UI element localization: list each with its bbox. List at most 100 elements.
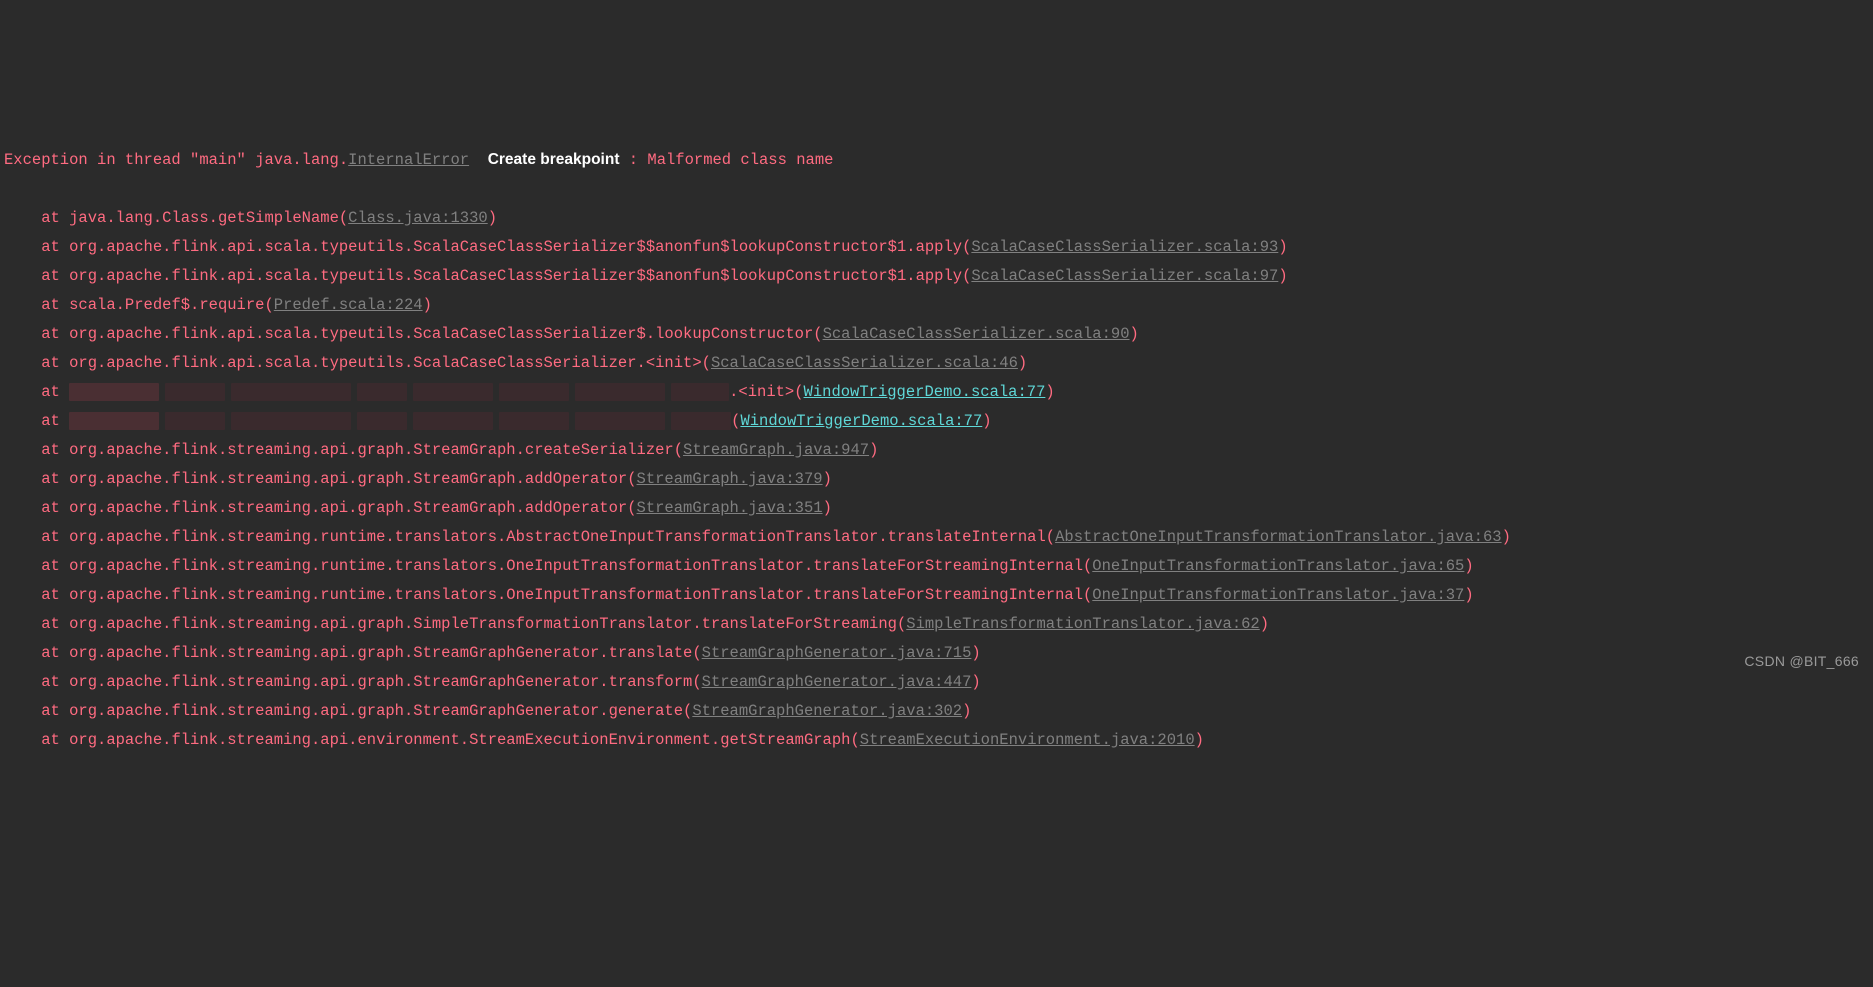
stack-at: at <box>4 557 69 575</box>
source-link[interactable]: OneInputTransformationTranslator.java:65 <box>1092 557 1464 575</box>
stack-at: at <box>4 731 69 749</box>
stack-at: at <box>4 412 69 430</box>
source-link[interactable]: ScalaCaseClassSerializer.scala:90 <box>823 325 1130 343</box>
stack-text: org.apache.flink.api.scala.typeutils.Sca… <box>69 238 971 256</box>
stack-close-paren: ) <box>971 673 980 691</box>
stack-at: at <box>4 673 69 691</box>
stack-at: at <box>4 615 69 633</box>
stack-close-paren: ) <box>982 412 991 430</box>
stack-text: org.apache.flink.api.scala.typeutils.Sca… <box>69 354 711 372</box>
exception-line: Exception in thread "main" java.lang.Int… <box>4 145 1869 175</box>
stack-text-tail: .<init>( <box>729 383 803 401</box>
stack-text: org.apache.flink.api.scala.typeutils.Sca… <box>69 267 971 285</box>
stack-frame: at org.apache.flink.streaming.api.graph.… <box>4 697 1869 726</box>
stack-frame: at org.apache.flink.streaming.api.graph.… <box>4 610 1869 639</box>
stack-at: at <box>4 354 69 372</box>
stack-frame: at org.apache.flink.streaming.api.graph.… <box>4 465 1869 494</box>
stack-close-paren: ) <box>423 296 432 314</box>
stack-at: at <box>4 267 69 285</box>
stack-close-paren: ) <box>823 470 832 488</box>
stack-frame: at org.apache.flink.api.scala.typeutils.… <box>4 262 1869 291</box>
stack-text: org.apache.flink.streaming.runtime.trans… <box>69 586 1092 604</box>
stack-close-paren: ) <box>1195 731 1204 749</box>
stack-at: at <box>4 470 69 488</box>
stack-at: at <box>4 702 69 720</box>
stack-close-paren: ) <box>1502 528 1511 546</box>
stack-text: org.apache.flink.streaming.api.graph.Sim… <box>69 615 906 633</box>
source-link[interactable]: ScalaCaseClassSerializer.scala:46 <box>711 354 1018 372</box>
source-link[interactable]: StreamGraphGenerator.java:447 <box>702 673 972 691</box>
stack-frame: at org.apache.flink.api.scala.typeutils.… <box>4 320 1869 349</box>
stack-frame: at org.apache.flink.streaming.runtime.tr… <box>4 581 1869 610</box>
source-link[interactable]: WindowTriggerDemo.scala:77 <box>804 383 1046 401</box>
stack-at: at <box>4 296 69 314</box>
source-link[interactable]: StreamGraph.java:351 <box>637 499 823 517</box>
source-link[interactable]: AbstractOneInputTransformationTranslator… <box>1055 528 1501 546</box>
redacted-segment <box>69 383 729 401</box>
source-link[interactable]: StreamGraph.java:947 <box>683 441 869 459</box>
stack-close-paren: ) <box>1260 615 1269 633</box>
source-link[interactable]: ScalaCaseClassSerializer.scala:93 <box>971 238 1278 256</box>
stack-at: at <box>4 586 69 604</box>
source-link[interactable]: SimpleTransformationTranslator.java:62 <box>906 615 1259 633</box>
stack-close-paren: ) <box>1464 557 1473 575</box>
stack-close-paren: ) <box>971 644 980 662</box>
source-link[interactable]: StreamExecutionEnvironment.java:2010 <box>860 731 1195 749</box>
stack-close-paren: ) <box>1278 267 1287 285</box>
stack-at: at <box>4 383 69 401</box>
stack-close-paren: ) <box>823 499 832 517</box>
source-link[interactable]: ScalaCaseClassSerializer.scala:97 <box>971 267 1278 285</box>
stack-at: at <box>4 441 69 459</box>
stack-frame: at org.apache.flink.api.scala.typeutils.… <box>4 233 1869 262</box>
source-link[interactable]: Predef.scala:224 <box>274 296 423 314</box>
stack-close-paren: ) <box>1278 238 1287 256</box>
stack-text: org.apache.flink.streaming.api.graph.Str… <box>69 441 683 459</box>
stack-close-paren: ) <box>1018 354 1027 372</box>
source-link[interactable]: Class.java:1330 <box>348 209 488 227</box>
stack-frame: at org.apache.flink.api.scala.typeutils.… <box>4 349 1869 378</box>
stack-at: at <box>4 325 69 343</box>
stack-at: at <box>4 644 69 662</box>
stack-close-paren: ) <box>962 702 971 720</box>
stack-at: at <box>4 209 69 227</box>
stack-frame: at java.lang.Class.getSimpleName(Class.j… <box>4 204 1869 233</box>
stack-frame: at org.apache.flink.streaming.api.graph.… <box>4 436 1869 465</box>
stack-frame: at scala.Predef$.require(Predef.scala:22… <box>4 291 1869 320</box>
exception-class-link[interactable]: InternalError <box>348 151 469 169</box>
stack-text: org.apache.flink.streaming.runtime.trans… <box>69 557 1092 575</box>
stack-frame: at (WindowTriggerDemo.scala:77) <box>4 407 1869 436</box>
stack-frame: at org.apache.flink.streaming.runtime.tr… <box>4 552 1869 581</box>
stack-frame: at org.apache.flink.streaming.api.graph.… <box>4 639 1869 668</box>
stack-at: at <box>4 528 69 546</box>
stack-frame: at org.apache.flink.streaming.api.graph.… <box>4 494 1869 523</box>
watermark: CSDN @BIT_666 <box>1744 647 1859 676</box>
source-link[interactable]: WindowTriggerDemo.scala:77 <box>740 412 982 430</box>
exception-message: : Malformed class name <box>619 151 833 169</box>
stack-close-paren: ) <box>1045 383 1054 401</box>
create-breakpoint-link[interactable]: Create breakpoint <box>488 151 620 168</box>
stack-text: java.lang.Class.getSimpleName( <box>69 209 348 227</box>
stack-at: at <box>4 238 69 256</box>
stack-text: org.apache.flink.streaming.api.graph.Str… <box>69 499 636 517</box>
stack-text: org.apache.flink.streaming.api.graph.Str… <box>69 644 702 662</box>
stack-at: at <box>4 499 69 517</box>
exception-prefix: Exception in thread "main" java.lang. <box>4 151 348 169</box>
stack-frame: at org.apache.flink.streaming.runtime.tr… <box>4 523 1869 552</box>
stack-frame: at org.apache.flink.streaming.api.enviro… <box>4 726 1869 755</box>
stack-text: org.apache.flink.streaming.api.environme… <box>69 731 860 749</box>
stack-text: org.apache.flink.streaming.api.graph.Str… <box>69 470 636 488</box>
stack-close-paren: ) <box>869 441 878 459</box>
stack-close-paren: ) <box>1130 325 1139 343</box>
source-link[interactable]: StreamGraphGenerator.java:715 <box>702 644 972 662</box>
stack-text: org.apache.flink.api.scala.typeutils.Sca… <box>69 325 822 343</box>
redacted-segment <box>69 412 731 430</box>
stack-text: org.apache.flink.streaming.api.graph.Str… <box>69 702 692 720</box>
stack-close-paren: ) <box>1464 586 1473 604</box>
console-output: Exception in thread "main" java.lang.Int… <box>0 116 1873 784</box>
source-link[interactable]: OneInputTransformationTranslator.java:37 <box>1092 586 1464 604</box>
source-link[interactable]: StreamGraph.java:379 <box>637 470 823 488</box>
stack-text: scala.Predef$.require( <box>69 296 274 314</box>
stack-close-paren: ) <box>488 209 497 227</box>
stack-text: org.apache.flink.streaming.runtime.trans… <box>69 528 1055 546</box>
source-link[interactable]: StreamGraphGenerator.java:302 <box>692 702 962 720</box>
